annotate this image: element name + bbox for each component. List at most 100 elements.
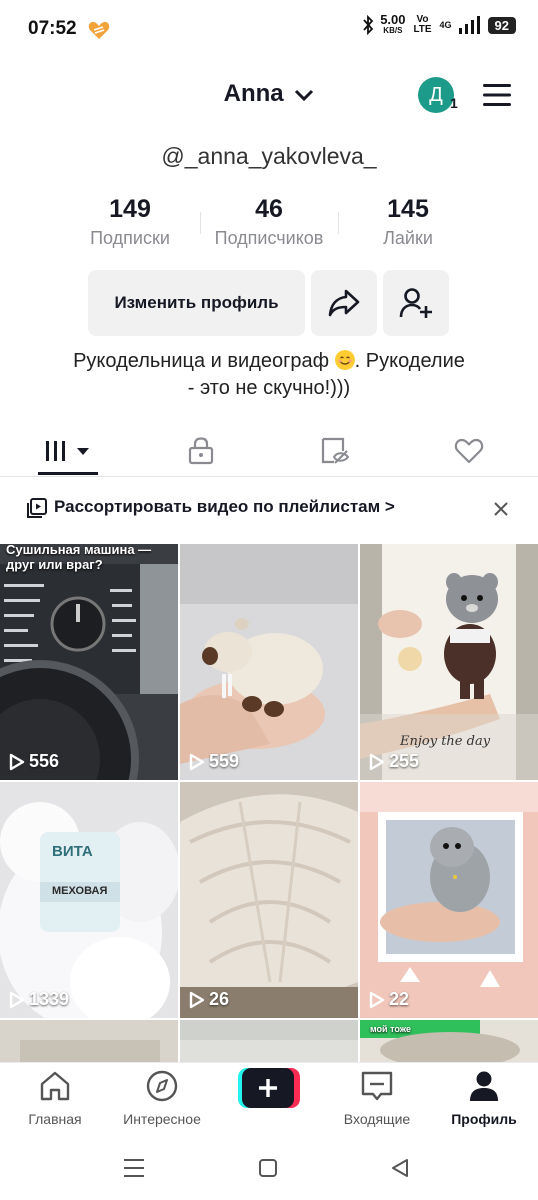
caret-down-icon (77, 448, 89, 455)
video-caption: Сушильная машина — друг или враг? (6, 544, 152, 572)
menu-icon[interactable] (482, 83, 512, 112)
stat-divider (338, 212, 339, 234)
grey-kitten-toy-thumbnail (360, 782, 538, 1018)
bio-text: Рукодельница и видеограф (73, 350, 330, 372)
lock-icon (188, 437, 214, 465)
status-icons: 5.00 KB/S Vo LTE 4G 92 (362, 12, 516, 36)
net-speed: 5.00 KB/S (380, 12, 406, 35)
view-count: 559 (189, 751, 239, 772)
stat-divider (200, 212, 201, 234)
share-profile-button[interactable] (311, 270, 377, 336)
video-thumbnail[interactable]: 22 (360, 782, 538, 1018)
tab-liked[interactable] (402, 428, 536, 474)
followers-label: Подписчиков (214, 228, 324, 248)
edit-profile-button[interactable]: Изменить профиль (88, 270, 305, 336)
video-thumbnail[interactable]: Enjoy the day 255 (360, 544, 538, 780)
add-friends-button[interactable] (383, 270, 449, 336)
nav-home[interactable]: Главная (0, 1070, 110, 1127)
following-stat[interactable]: 149 Подписки (70, 195, 190, 249)
video-thumbnail[interactable] (180, 1020, 358, 1062)
create-button[interactable] (238, 1068, 300, 1108)
fur-yarn-thumbnail (0, 782, 178, 1018)
inbox-icon (361, 1071, 393, 1101)
tab-private[interactable] (134, 428, 268, 474)
video-thumbnail[interactable]: 26 (180, 782, 358, 1018)
active-tab-indicator (38, 472, 98, 475)
add-user-icon (399, 288, 432, 318)
capybara-toy-thumbnail (180, 544, 358, 780)
recent-apps-icon[interactable] (123, 1158, 145, 1178)
yarn-label: МЕХОВАЯ (52, 885, 108, 897)
tab-reposts[interactable] (268, 428, 402, 474)
profile-icon (470, 1071, 498, 1101)
playlist-icon (26, 497, 48, 524)
following-count: 149 (109, 195, 151, 223)
nav-inbox[interactable]: Входящие (322, 1070, 432, 1127)
signal-icon (458, 16, 480, 34)
nav-profile[interactable]: Профиль (429, 1070, 538, 1127)
avatar-badge: 1 (450, 95, 458, 111)
followers-count: 46 (255, 195, 283, 223)
home-button-icon[interactable] (258, 1158, 278, 1178)
share-icon (328, 289, 360, 317)
nav-inbox-label: Входящие (343, 1111, 411, 1127)
avatar[interactable]: Д (418, 77, 454, 113)
chevron-down-icon (295, 89, 314, 101)
home-icon (40, 1071, 70, 1101)
battery-indicator: 92 (487, 16, 516, 34)
video-thumbnail[interactable] (0, 1020, 178, 1062)
smile-emoji-icon (334, 350, 355, 370)
profile-handle: @_anna_yakovleva_ (161, 143, 377, 169)
play-icon (9, 753, 25, 770)
likes-label: Лайки (383, 228, 433, 248)
following-label: Подписки (90, 228, 170, 248)
video-thumbnail[interactable]: ВИТА МЕХОВАЯ 1339 (0, 782, 178, 1018)
view-count: 1339 (9, 989, 69, 1010)
bluetooth-icon (363, 15, 374, 35)
nav-home-label: Главная (28, 1111, 82, 1127)
washing-machine-thumbnail (0, 544, 178, 780)
clock: 07:52 (28, 18, 77, 39)
nav-discover[interactable]: Интересное (107, 1070, 217, 1127)
partial-thumbnail (0, 1020, 178, 1062)
play-icon (369, 991, 385, 1008)
video-caption: Enjoy the day (400, 734, 491, 749)
play-icon (189, 991, 205, 1008)
view-count: 22 (369, 989, 409, 1010)
partial-thumbnail (180, 1020, 358, 1062)
nav-discover-label: Интересное (123, 1111, 201, 1127)
knitted-lace-thumbnail (180, 782, 358, 1018)
bio-text-line2: - это не скучно!))) (187, 377, 351, 399)
bio-text-end: . Рукоделие (354, 350, 465, 372)
status-bar: 07:52 5.00 KB/S Vo LTE 4G 92 (0, 0, 538, 60)
tab-videos[interactable] (0, 428, 134, 474)
system-navigation (0, 1140, 538, 1200)
view-count: 556 (9, 751, 59, 772)
view-count: 255 (369, 751, 419, 772)
heart-outline-icon (454, 438, 484, 464)
heart-icon (88, 20, 110, 45)
volte-indicator: Vo LTE (413, 14, 432, 35)
play-icon (189, 753, 205, 770)
video-caption: мой тоже (370, 1024, 412, 1034)
video-thumbnail[interactable]: 559 (180, 544, 358, 780)
followers-stat[interactable]: 46 Подписчиков (209, 195, 329, 249)
compass-icon (146, 1070, 178, 1102)
plus-icon (238, 1068, 300, 1108)
video-thumbnail[interactable]: мой тоже (360, 1020, 538, 1062)
play-icon (369, 753, 385, 770)
close-icon[interactable] (494, 496, 508, 522)
hidden-repost-icon (321, 437, 350, 464)
nav-profile-label: Профиль (451, 1111, 517, 1127)
network-type: 4G (439, 20, 452, 30)
likes-stat[interactable]: 145 Лайки (348, 195, 468, 249)
profile-bio: Рукодельница и видеограф . Рукоделие - э… (40, 348, 498, 402)
back-icon[interactable] (390, 1158, 410, 1178)
play-icon (9, 991, 25, 1008)
likes-count: 145 (387, 195, 429, 223)
yarn-brand: ВИТА (52, 843, 93, 860)
account-name: Anna (223, 80, 284, 107)
view-count: 26 (189, 989, 229, 1010)
video-thumbnail[interactable]: Сушильная машина — друг или враг? 556 (0, 544, 178, 780)
playlist-banner-text[interactable]: Рассортировать видео по плейлистам > (54, 497, 395, 517)
